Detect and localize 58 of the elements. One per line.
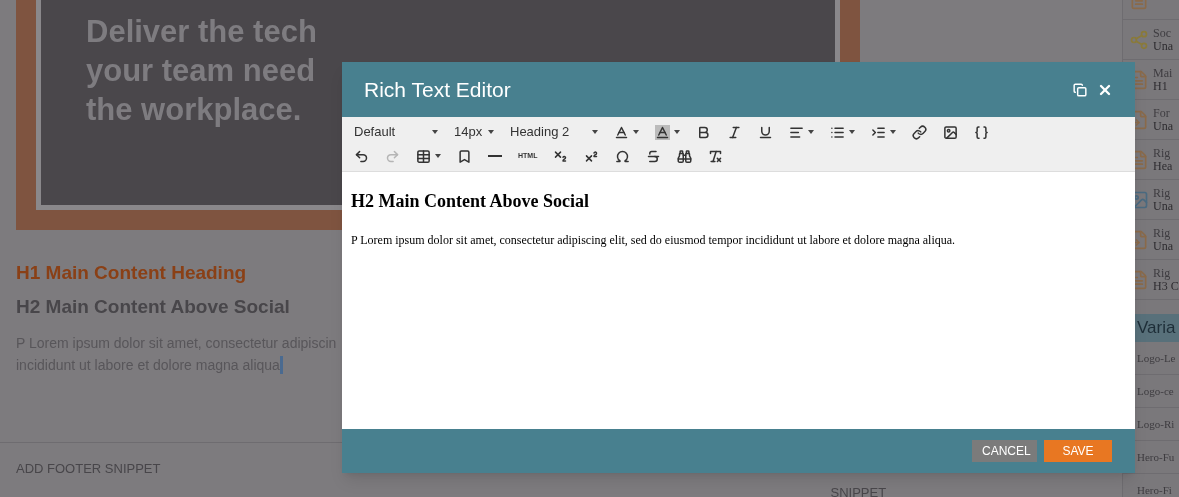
superscript-icon: [584, 148, 600, 164]
module-subtitle: Una: [1153, 119, 1173, 133]
cancel-button[interactable]: CANCEL: [972, 440, 1037, 462]
bullet-list-icon: [830, 124, 845, 140]
clear-format-icon: [708, 148, 724, 164]
format-dropdown[interactable]: Heading 2: [502, 120, 606, 144]
braces-icon: [974, 124, 989, 140]
undo-icon: [354, 148, 369, 164]
caret-icon: [432, 130, 438, 134]
caret-icon: [488, 130, 494, 134]
align-left-icon: [789, 124, 804, 140]
module-subtitle: Una: [1153, 39, 1173, 53]
module-title: Soc: [1153, 26, 1172, 40]
indent-icon: [871, 124, 886, 140]
module-title: Rig: [1153, 266, 1172, 280]
save-button[interactable]: SAVE: [1044, 440, 1112, 462]
highlight-color-icon: [655, 124, 670, 140]
share-icon: [1129, 29, 1149, 50]
module-title: Mai: [1153, 66, 1173, 80]
editor-paragraph: P Lorem ipsum dolor sit amet, consectetur adipiscing elit, sed do eiusmod tempor incididunt ut labore et dolore magna aliqua.: [351, 232, 957, 249]
main-heading: H1 Main Content Heading: [16, 261, 247, 285]
underline-icon: [758, 124, 773, 140]
table-icon: [416, 148, 431, 164]
caret-icon: [633, 130, 639, 134]
italic-icon: [727, 124, 742, 140]
dialog-title: Rich Text Editor: [364, 76, 512, 103]
module-subtitle: Una: [1153, 199, 1173, 213]
font-dropdown[interactable]: Default: [346, 120, 446, 144]
text-color-icon: [614, 124, 629, 140]
module-subtitle: H1: [1153, 79, 1169, 93]
image-icon: [943, 124, 958, 140]
bold-icon: [696, 124, 711, 140]
module-subtitle: H3 C: [1153, 279, 1179, 293]
module-item[interactable]: Soc Una: [1123, 20, 1179, 60]
caret-icon: [435, 154, 441, 158]
omega-icon: [615, 148, 631, 164]
size-dropdown[interactable]: 14px: [446, 120, 502, 144]
module-subtitle: Una: [1153, 239, 1173, 253]
module-title: Rig: [1153, 226, 1172, 240]
link-icon: [912, 124, 927, 140]
caret-icon: [592, 130, 598, 134]
caret-icon: [808, 130, 814, 134]
binoculars-icon: [677, 148, 693, 164]
subscript-icon: [553, 148, 569, 164]
strikethrough-icon: [646, 148, 662, 164]
caret-icon: [674, 130, 680, 134]
text-cursor: [279, 356, 283, 374]
redo-icon: [385, 148, 400, 164]
bookmark-icon: [457, 148, 472, 164]
editor-heading: H2 Main Content Above Social: [351, 190, 590, 213]
caret-icon: [849, 130, 855, 134]
restore-icon[interactable]: [1073, 82, 1087, 97]
module-title: Rig: [1153, 186, 1172, 200]
module-title: Rig: [1153, 146, 1172, 160]
variable-item[interactable]: Hero-Fi: [1123, 474, 1179, 497]
horizontal-line-icon: [488, 155, 502, 157]
caret-icon: [890, 130, 896, 134]
module-subtitle: Hea: [1153, 159, 1173, 173]
